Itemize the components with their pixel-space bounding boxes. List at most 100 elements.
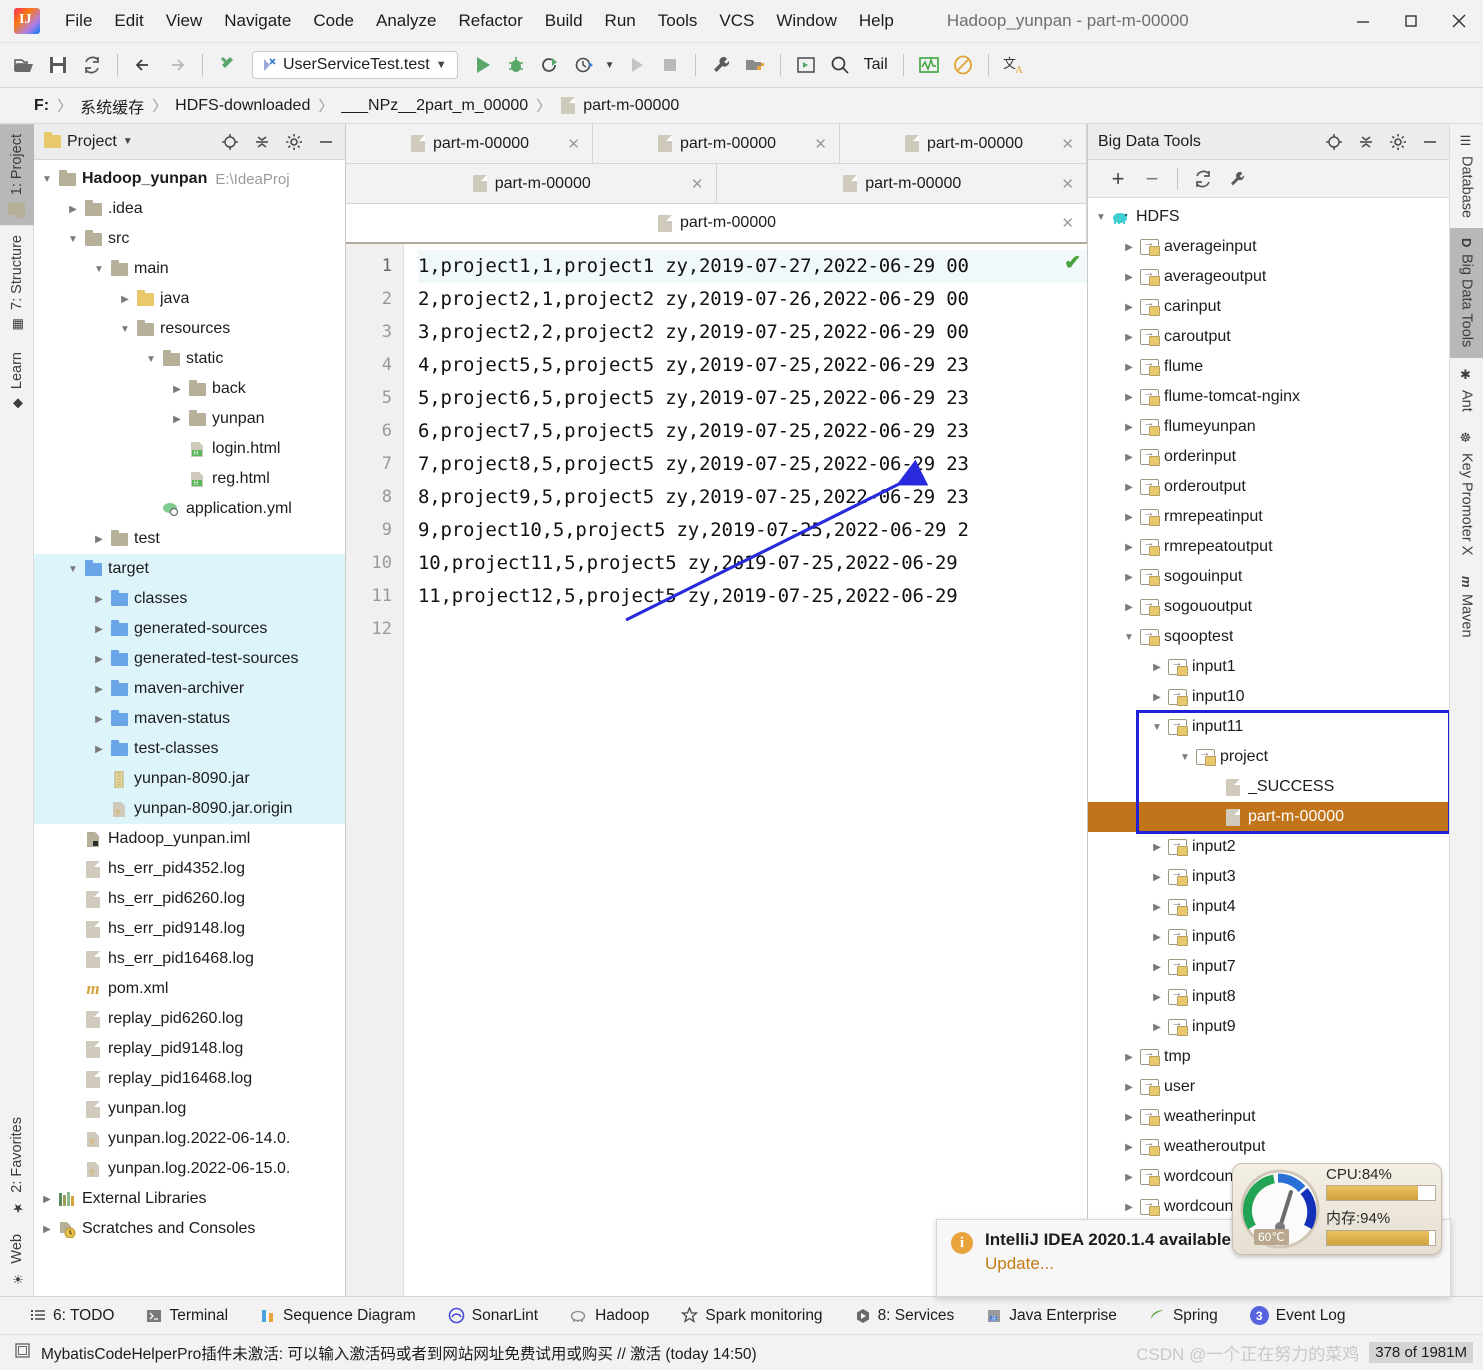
bottom-bar-item-spring[interactable]: Spring xyxy=(1133,1307,1234,1325)
code-editor[interactable]: 1 2 3 4 5 6 7 8 9 10 11 12 1,project1,1,project1 zy… xyxy=(346,244,1087,1296)
expand-arrow-right-icon[interactable]: ▶ xyxy=(1120,272,1138,283)
hdfs-tree-row[interactable]: ▶ input2 xyxy=(1088,832,1449,862)
hdfs-tree-row[interactable]: ▶ orderinput xyxy=(1088,442,1449,472)
sidebar-item-favorites[interactable]: ★ 2: Favorites xyxy=(7,1107,27,1225)
tree-row[interactable]: ▶ classes xyxy=(34,584,345,614)
bottom-bar-item-6-todo[interactable]: 6: TODO xyxy=(14,1307,130,1325)
expand-arrow-right-icon[interactable]: ▶ xyxy=(90,744,108,755)
tree-row[interactable]: hs_err_pid9148.log xyxy=(34,914,345,944)
sidebar-item-learn[interactable]: ◆ Learn xyxy=(7,342,27,421)
sidebar-item-key-promoter[interactable]: ☸ Key Promoter X xyxy=(1457,421,1477,565)
sidebar-item-project[interactable]: 1: Project xyxy=(0,124,34,226)
stop-icon[interactable] xyxy=(654,49,686,81)
menu-tools[interactable]: Tools xyxy=(647,7,709,35)
expand-arrow-right-icon[interactable]: ▶ xyxy=(1120,422,1138,433)
expand-arrow-right-icon[interactable]: ▶ xyxy=(90,534,108,545)
tree-row[interactable]: ▼ Hadoop_yunpan E:\IdeaProj xyxy=(34,164,345,194)
rerun-icon[interactable] xyxy=(620,49,652,81)
expand-arrow-right-icon[interactable]: ▶ xyxy=(64,204,82,215)
minimize-button[interactable] xyxy=(1339,0,1387,42)
editor-tab[interactable]: part-m-00000 ✕ xyxy=(346,124,593,163)
expand-arrow-down-icon[interactable]: ▼ xyxy=(38,174,56,185)
expand-arrow-down-icon[interactable]: ▼ xyxy=(116,324,134,335)
maximize-button[interactable] xyxy=(1387,0,1435,42)
bottom-bar-item-java-enterprise[interactable]: JE Java Enterprise xyxy=(970,1307,1133,1325)
expand-arrow-right-icon[interactable]: ▶ xyxy=(1148,1022,1166,1033)
tree-row[interactable]: ▶ External Libraries xyxy=(34,1184,345,1214)
hdfs-tree-row[interactable]: ▶ flume xyxy=(1088,352,1449,382)
expand-arrow-right-icon[interactable]: ▶ xyxy=(1120,572,1138,583)
expand-arrow-right-icon[interactable]: ▶ xyxy=(1120,1172,1138,1183)
hide-icon[interactable] xyxy=(1417,129,1443,155)
debug-icon[interactable] xyxy=(500,49,532,81)
translate-icon[interactable]: 文A xyxy=(998,49,1030,81)
locate-icon[interactable] xyxy=(217,129,243,155)
menu-build[interactable]: Build xyxy=(534,7,594,35)
back-arrow-icon[interactable] xyxy=(127,49,159,81)
hdfs-tree-row[interactable]: ▶ input8 xyxy=(1088,982,1449,1012)
hdfs-tree-row[interactable]: ▶ averageoutput xyxy=(1088,262,1449,292)
editor-tab[interactable]: part-m-00000 ✕ xyxy=(346,204,1087,242)
tree-row[interactable]: replay_pid9148.log xyxy=(34,1034,345,1064)
expand-arrow-right-icon[interactable]: ▶ xyxy=(1120,1052,1138,1063)
editor-tab[interactable]: part-m-00000 ✕ xyxy=(840,124,1087,163)
expand-arrow-right-icon[interactable]: ▶ xyxy=(116,294,134,305)
hdfs-tree-row[interactable]: ▶ averageinput xyxy=(1088,232,1449,262)
tree-row[interactable]: ▶ test xyxy=(34,524,345,554)
expand-arrow-down-icon[interactable]: ▼ xyxy=(1092,212,1110,223)
tree-row[interactable]: ▼ target xyxy=(34,554,345,584)
hdfs-tree-row[interactable]: ▶ caroutput xyxy=(1088,322,1449,352)
close-icon[interactable]: ✕ xyxy=(1051,214,1074,232)
expand-arrow-down-icon[interactable]: ▼ xyxy=(90,264,108,275)
close-icon[interactable]: ✕ xyxy=(1051,175,1074,193)
expand-arrow-right-icon[interactable]: ▶ xyxy=(90,624,108,635)
hdfs-tree-row[interactable]: ▶ user xyxy=(1088,1072,1449,1102)
bottom-bar-item-hadoop[interactable]: Hadoop xyxy=(554,1307,665,1325)
hdfs-tree-row[interactable]: ▶ input10 xyxy=(1088,682,1449,712)
tree-row[interactable]: replay_pid6260.log xyxy=(34,1004,345,1034)
tree-row[interactable]: Hadoop_yunpan.iml xyxy=(34,824,345,854)
tree-row[interactable]: ▶ maven-archiver xyxy=(34,674,345,704)
remove-connection-button[interactable]: − xyxy=(1136,163,1168,195)
monitor-icon[interactable] xyxy=(913,49,945,81)
hide-icon[interactable] xyxy=(313,129,339,155)
expand-arrow-right-icon[interactable]: ▶ xyxy=(1148,932,1166,943)
hdfs-tree-row[interactable]: ▼ HDFS xyxy=(1088,202,1449,232)
expand-arrow-down-icon[interactable]: ▼ xyxy=(1176,752,1194,763)
tree-row[interactable]: yunpan-8090.jar xyxy=(34,764,345,794)
hdfs-tree-row[interactable]: ▼ sqooptest xyxy=(1088,622,1449,652)
bottom-bar-item-event-log[interactable]: 3 Event Log xyxy=(1234,1306,1362,1325)
collapse-all-icon[interactable] xyxy=(249,129,275,155)
menu-vcs[interactable]: VCS xyxy=(708,7,765,35)
notification-action-link[interactable]: Update... xyxy=(985,1254,1231,1274)
expand-arrow-right-icon[interactable]: ▶ xyxy=(1120,392,1138,403)
expand-arrow-right-icon[interactable]: ▶ xyxy=(1148,872,1166,883)
editor-tab[interactable]: part-m-00000 ✕ xyxy=(716,164,1087,203)
search-everywhere-icon[interactable] xyxy=(824,49,856,81)
expand-arrow-right-icon[interactable]: ▶ xyxy=(1120,602,1138,613)
hdfs-tree[interactable]: ▼ HDFS ▶ averageinput ▶ averageoutput ▶ carinpu… xyxy=(1088,198,1449,1296)
menu-help[interactable]: Help xyxy=(848,7,905,35)
tree-row[interactable]: m pom.xml xyxy=(34,974,345,1004)
breadcrumb-item-0[interactable]: 系统缓存 xyxy=(80,94,144,118)
expand-arrow-right-icon[interactable]: ▶ xyxy=(1148,992,1166,1003)
bottom-bar-item-terminal[interactable]: Terminal xyxy=(130,1307,244,1325)
run-configuration-selector[interactable]: UserServiceTest.test ▼ xyxy=(252,51,458,79)
expand-arrow-right-icon[interactable]: ▶ xyxy=(1120,482,1138,493)
expand-arrow-down-icon[interactable]: ▼ xyxy=(64,564,82,575)
expand-arrow-right-icon[interactable]: ▶ xyxy=(1148,902,1166,913)
bottom-bar-item-sequence-diagram[interactable]: Sequence Diagram xyxy=(244,1307,432,1325)
project-structure-icon[interactable] xyxy=(739,49,771,81)
hdfs-tree-row[interactable]: ▶ input6 xyxy=(1088,922,1449,952)
hammer-icon[interactable] xyxy=(212,49,244,81)
hdfs-tree-row[interactable]: ▶ input3 xyxy=(1088,862,1449,892)
tree-row[interactable]: ▼ static xyxy=(34,344,345,374)
tree-row[interactable]: ▶ maven-status xyxy=(34,704,345,734)
project-tree[interactable]: ▼ Hadoop_yunpan E:\IdeaProj ▶ .idea ▼ src ▼ main… xyxy=(34,160,345,1296)
tree-row[interactable]: hs_err_pid16468.log xyxy=(34,944,345,974)
sidebar-item-big-data-tools[interactable]: D Big Data Tools xyxy=(1449,228,1483,358)
tree-row[interactable]: hs_err_pid4352.log xyxy=(34,854,345,884)
hdfs-tree-row[interactable]: ▶ input9 xyxy=(1088,1012,1449,1042)
expand-arrow-right-icon[interactable]: ▶ xyxy=(1148,662,1166,673)
tree-row[interactable]: ▼ main xyxy=(34,254,345,284)
